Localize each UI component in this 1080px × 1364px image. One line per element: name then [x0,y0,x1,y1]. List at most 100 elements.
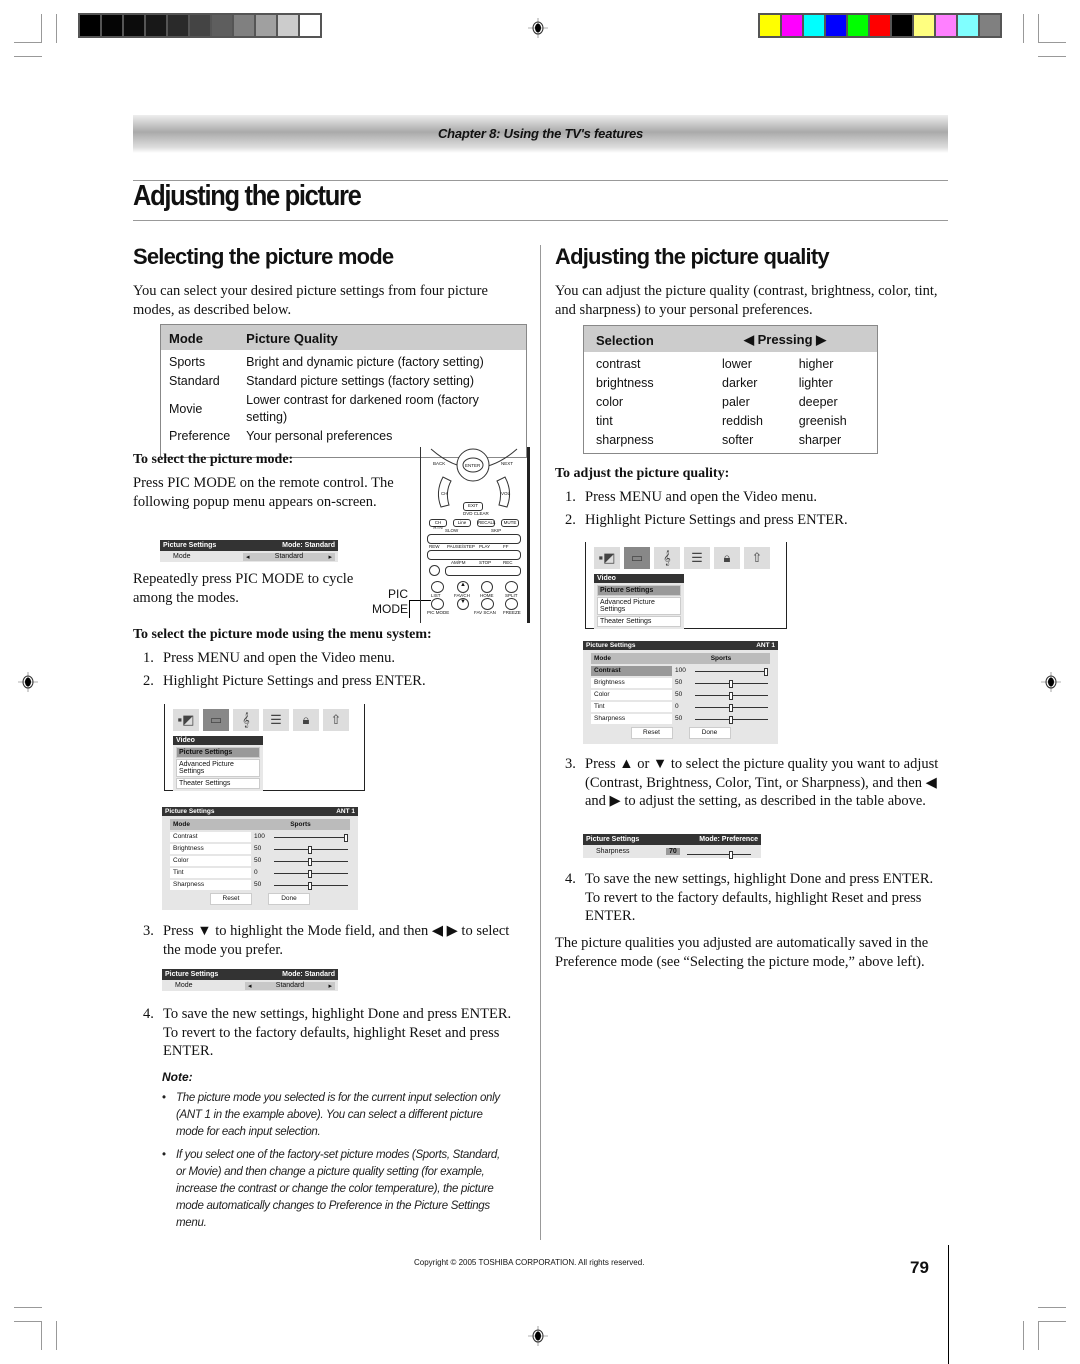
mode-selector[interactable]: ◂ Standard ▸ [245,981,335,990]
setting-slider[interactable] [272,844,350,854]
list-button[interactable] [431,581,444,593]
fav-up-button[interactable]: ▲ [457,581,469,593]
preferences-icon[interactable]: ☰ [684,547,710,569]
slider-knob[interactable] [728,691,733,700]
setup-icon[interactable]: ▪◩ [594,547,620,569]
crop-mark [41,14,42,43]
setting-row-sharpness[interactable]: Sharpness 50 [170,879,350,890]
preferences-icon[interactable]: ☰ [263,709,289,731]
ch-rtn-button[interactable]: CH RTN [429,519,447,530]
grayscale-calibration-strip [78,13,322,38]
video-icon[interactable]: ▭ [203,709,229,731]
done-button[interactable]: Done [268,893,310,905]
freeze-button[interactable] [505,598,518,610]
slider-knob[interactable] [728,679,733,688]
remote-label: VOL [501,491,511,496]
page-title: Adjusting the picture [133,180,362,212]
step-item: 3. Press ▲ or ▼ to select the picture qua… [565,756,939,809]
slider-knob[interactable] [728,703,733,712]
sharpness-slider[interactable] [687,847,751,859]
done-button[interactable]: Done [688,727,731,739]
setting-slider[interactable] [693,678,770,688]
slider-knob[interactable] [728,715,733,724]
applications-icon[interactable]: ⇧ [744,547,770,569]
reset-button[interactable]: Reset [630,727,673,739]
setting-slider[interactable] [693,702,770,712]
fav-down-button[interactable]: ▼ [457,598,469,610]
exit-button[interactable]: EXIT [463,502,483,511]
line-button[interactable]: Line [453,519,471,527]
setting-slider[interactable] [693,666,770,676]
menu-item-advanced-picture-settings[interactable]: Advanced Picture Settings [597,597,681,615]
pic-mode-button[interactable] [431,598,444,610]
slider-knob[interactable] [308,845,312,854]
audio-icon[interactable]: 𝄞 [654,547,680,569]
setting-row-brightness[interactable]: Brightness 50 [591,677,770,688]
intro-text: You can adjust the picture quality (cont… [555,283,938,318]
mute-button[interactable]: MUTE [501,519,519,527]
table-row: Standard Standard picture settings (facto… [161,372,527,391]
setting-name: Sharpness [591,713,672,724]
setting-row-color[interactable]: Color 50 [170,855,350,866]
cell-right-press: sharper [798,433,842,447]
gray-swatch [190,15,210,36]
setting-row-sharpness[interactable]: Sharpness 50 [591,713,770,724]
setting-row-contrast[interactable]: Contrast 100 [591,665,770,676]
video-icon[interactable]: ▭ [624,547,650,569]
gray-swatch [234,15,254,36]
setting-row-brightness[interactable]: Brightness 50 [170,843,350,854]
step-item: 1. Press MENU and open the Video menu. [143,650,396,666]
menu-item-advanced-picture-settings[interactable]: Advanced Picture Settings [176,759,260,777]
cell-left-press: reddish [722,414,763,428]
applications-icon[interactable]: ⇧ [323,709,349,731]
setting-slider[interactable] [272,868,350,878]
menu-item-picture-settings[interactable]: Picture Settings [176,747,260,758]
cell-left-press: softer [722,433,754,447]
table-header-row: Selection ◀ Pressing ▶ [583,325,878,352]
color-swatch [936,15,956,36]
setting-slider[interactable] [272,880,350,890]
popup-field-label: Mode [173,553,191,560]
slider-knob[interactable] [729,850,733,859]
setting-slider[interactable] [693,690,770,700]
home-button[interactable] [481,581,493,593]
slider-knob[interactable] [764,667,768,676]
video-menu-title: Video [594,574,684,583]
popup-field-label: Mode [175,982,193,989]
slider-knob[interactable] [344,833,348,842]
split-button[interactable] [505,581,518,593]
menu-item-picture-settings[interactable]: Picture Settings [597,585,681,596]
table-row: Movie Lower contrast for darkened room (f… [161,391,527,427]
setting-slider[interactable] [272,856,350,866]
setting-slider[interactable] [272,832,350,842]
reset-button[interactable]: Reset [210,893,252,905]
mode-row[interactable]: Mode Sports [591,653,770,664]
menu-item-theater-settings[interactable]: Theater Settings [176,778,260,789]
setup-icon[interactable]: ▪◩ [173,709,199,731]
slider-knob[interactable] [308,869,312,878]
slider-knob[interactable] [308,857,312,866]
setting-value: 50 [254,845,262,852]
fav-scan-button[interactable] [481,598,494,610]
lock-icon[interactable]: 🔒︎ [714,547,740,569]
setting-slider[interactable] [693,714,770,724]
mode-value: Sports [290,821,311,828]
mode-selector[interactable]: ◂ Standard ▸ [243,552,335,561]
gray-swatch [146,15,166,36]
lock-icon[interactable]: 🔒︎ [293,709,319,731]
setting-row-color[interactable]: Color 50 [591,689,770,700]
setting-row-tint[interactable]: Tint 0 [170,867,350,878]
registration-mark-icon [528,18,548,38]
slider-knob[interactable] [308,881,312,890]
menu-item-theater-settings[interactable]: Theater Settings [597,616,681,627]
remote-control-illustration: BACK ENTER NEXT CH VOL EXIT DVD CLEAR CH… [420,447,530,623]
setting-row-contrast[interactable]: Contrast 100 [170,831,350,842]
audio-icon[interactable]: 𝄞 [233,709,259,731]
setting-row-tint[interactable]: Tint 0 [591,701,770,712]
mode-row[interactable]: Mode Sports [170,819,350,830]
recall-button[interactable]: RECALL [477,519,496,527]
setting-name: Contrast [591,665,672,676]
remote-label: CH [441,491,448,496]
step-item: 4. To save the new settings, highlight Do… [565,871,934,924]
light-button[interactable] [429,565,440,576]
